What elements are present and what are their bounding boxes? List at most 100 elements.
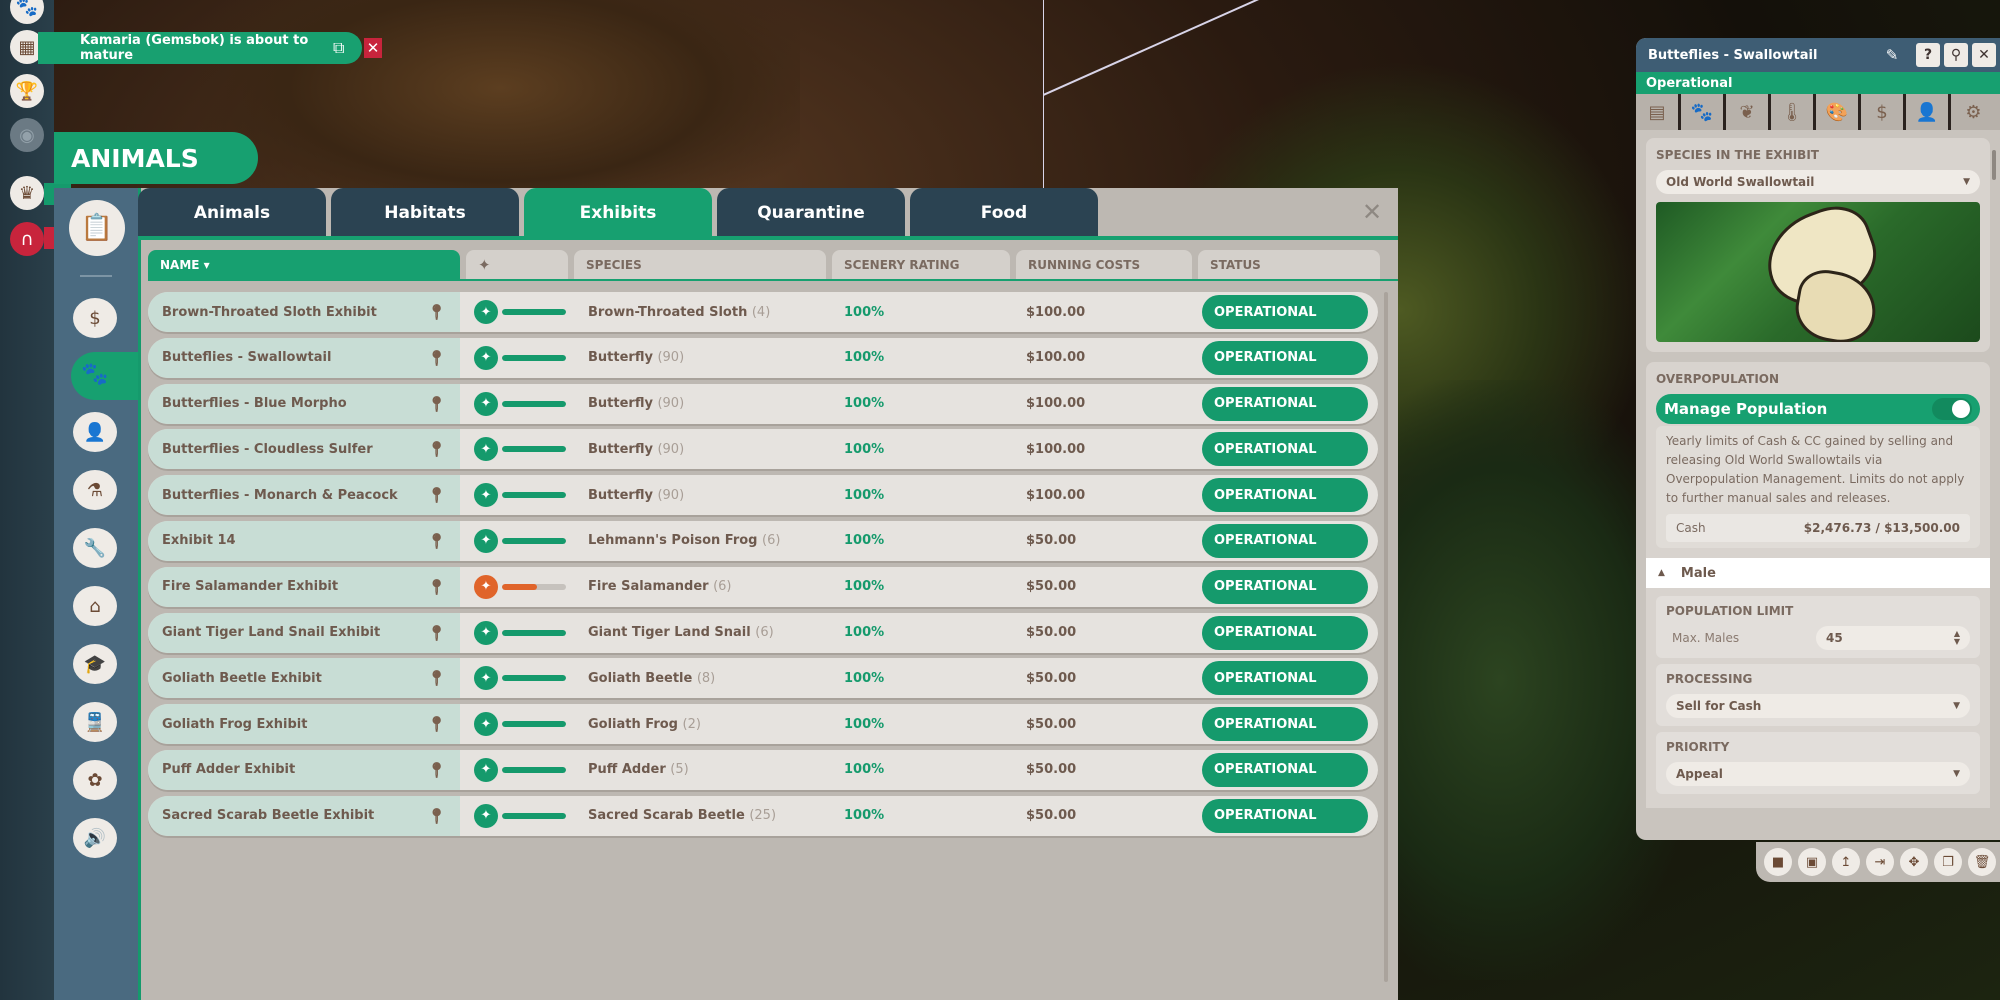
external-link-icon[interactable]: ⧉ <box>333 38 344 58</box>
location-pin-icon[interactable]: 📍︎ <box>427 303 446 321</box>
status-badge[interactable]: OPERATIONAL <box>1202 295 1368 329</box>
clipboard-icon[interactable]: 📋 <box>69 200 125 256</box>
tab-food[interactable]: Food <box>910 188 1098 238</box>
education-icon[interactable]: 🎓 <box>73 644 117 684</box>
transport-icon[interactable]: 🚆 <box>73 702 117 742</box>
location-pin-icon[interactable]: 📍︎ <box>427 395 446 413</box>
close-icon[interactable]: ✕ <box>1362 198 1382 226</box>
max-males-stepper[interactable]: 45 ▲ ▼ <box>1816 626 1970 650</box>
tab-quarantine[interactable]: Quarantine <box>717 188 905 238</box>
column-header-name[interactable]: NAME ▾ <box>148 250 460 280</box>
chess-queen-icon[interactable]: ♛ <box>10 176 44 210</box>
decrement-icon[interactable]: ▼ <box>1954 638 1960 646</box>
location-pin-icon[interactable]: 📍︎ <box>427 624 446 642</box>
processing-select[interactable]: Sell for Cash ▼ <box>1666 694 1970 718</box>
flower-icon[interactable]: ✿ <box>73 760 117 800</box>
mechanic-icon[interactable]: 🔧 <box>73 528 117 568</box>
priority-select[interactable]: Appeal ▼ <box>1666 762 1970 786</box>
table-row[interactable]: Sacred Scarab Beetle Exhibit 📍︎ ✦ Sacred Sc… <box>148 795 1378 836</box>
tab-habitats[interactable]: Habitats <box>331 188 519 238</box>
staff-icon[interactable]: 👤 <box>73 412 117 452</box>
male-accordion-header[interactable]: ▲ Male <box>1646 558 1990 588</box>
manage-population-toggle[interactable]: Manage Population <box>1656 394 1980 424</box>
detail-tab-thermometer-icon[interactable]: 🌡 <box>1771 94 1816 130</box>
status-badge[interactable]: OPERATIONAL <box>1202 432 1368 467</box>
location-pin-icon[interactable]: 📍︎ <box>427 807 446 825</box>
table-row[interactable]: Goliath Frog Exhibit 📍︎ ✦ Goliath Frog (2) 1… <box>148 704 1378 745</box>
tab-animals[interactable]: Animals <box>138 188 326 238</box>
detail-tab-settings-icon[interactable]: ⚙ <box>1951 94 1996 130</box>
research-icon[interactable]: ⚗ <box>73 470 117 510</box>
status-badge[interactable]: OPERATIONAL <box>1202 523 1368 558</box>
table-row[interactable]: Giant Tiger Land Snail Exhibit 📍︎ ✦ Giant T… <box>148 612 1378 653</box>
table-row[interactable]: Butteflies - Swallowtail 📍︎ ✦ Butterfly (90… <box>148 337 1378 378</box>
status-badge[interactable]: OPERATIONAL <box>1202 478 1368 513</box>
detail-tab-staff-icon[interactable]: 👤 <box>1906 94 1951 130</box>
table-row[interactable]: Fire Salamander Exhibit 📍︎ ✦ Fire Salamande… <box>148 566 1378 607</box>
status-badge[interactable]: OPERATIONAL <box>1202 752 1368 787</box>
paw-icon[interactable]: 🐾 <box>10 0 44 24</box>
detail-tab-leaf-icon[interactable]: ❦ <box>1726 94 1771 130</box>
exit-button[interactable]: ⇥ <box>1866 848 1894 876</box>
animal-book-button[interactable]: ▣ <box>1798 848 1826 876</box>
paw-icon[interactable]: 🐾 <box>73 354 117 394</box>
scenery-indicator: ✦ <box>460 574 574 599</box>
help-button[interactable]: ? <box>1916 43 1940 67</box>
status-badge[interactable]: OPERATIONAL <box>1202 661 1368 696</box>
location-pin-icon[interactable]: 📍︎ <box>427 349 446 367</box>
species-select[interactable]: Old World Swallowtail ▼ <box>1656 170 1980 194</box>
detail-tab-palette-icon[interactable]: 🎨 <box>1816 94 1861 130</box>
detail-scrollbar[interactable] <box>1992 150 1996 180</box>
status-badge[interactable]: OPERATIONAL <box>1202 798 1368 833</box>
toggle-switch[interactable] <box>1932 398 1972 420</box>
scenery-rating: 100% <box>844 670 885 686</box>
duplicate-button[interactable]: ❐ <box>1934 848 1962 876</box>
column-header-status[interactable]: STATUS <box>1198 250 1380 280</box>
column-header-scenery-icon[interactable]: ✦ <box>466 250 568 280</box>
trophy-icon[interactable]: 🏆 <box>10 74 44 108</box>
status-badge[interactable]: OPERATIONAL <box>1202 386 1368 421</box>
table-row[interactable]: Puff Adder Exhibit 📍︎ ✦ Puff Adder (5) 100% $… <box>148 749 1378 790</box>
detail-tab-paw-icon[interactable]: 🐾 <box>1681 94 1726 130</box>
delete-button[interactable]: 🗑 <box>1968 848 1996 876</box>
column-header-scenery-rating[interactable]: SCENERY RATING <box>832 250 1010 280</box>
eye-icon[interactable]: ◉ <box>10 118 44 152</box>
edit-name-icon[interactable]: ✎ <box>1880 43 1904 67</box>
detail-tab-clipboard-icon[interactable]: ▤ <box>1636 94 1681 130</box>
location-pin-icon[interactable]: 📍︎ <box>427 578 446 596</box>
status-badge[interactable]: OPERATIONAL <box>1202 707 1368 742</box>
table-row[interactable]: Butterflies - Monarch & Peacock 📍︎ ✦ Butter… <box>148 475 1378 516</box>
table-row[interactable]: Exhibit 14 📍︎ ✦ Lehmann's Poison Frog (6) 10… <box>148 520 1378 561</box>
table-row[interactable]: Butterflies - Blue Morpho 📍︎ ✦ Butterfly (9… <box>148 383 1378 424</box>
notification-banner[interactable]: Kamaria (Gemsbok) is about to mature <box>38 32 362 64</box>
table-row[interactable]: Brown-Throated Sloth Exhibit 📍︎ ✦ Brown-Thr… <box>148 292 1378 332</box>
close-detail-button[interactable]: ✕ <box>1972 43 1996 67</box>
shop-icon[interactable]: ⌂ <box>73 586 117 626</box>
speaker-icon[interactable]: 🔊 <box>73 818 117 858</box>
finance-icon[interactable]: $ <box>73 298 117 338</box>
status-badge[interactable]: OPERATIONAL <box>1202 615 1368 650</box>
location-pin-icon[interactable]: 📍︎ <box>427 532 446 550</box>
location-pin-icon[interactable]: 📍︎ <box>427 486 446 504</box>
detail-tab-finance-icon[interactable]: $ <box>1861 94 1906 130</box>
status-badge[interactable]: OPERATIONAL <box>1202 340 1368 375</box>
close-icon[interactable]: ✕ <box>364 38 382 58</box>
column-header-species[interactable]: SPECIES <box>574 250 826 280</box>
camera-button[interactable]: ■ <box>1764 848 1792 876</box>
location-pin-icon[interactable]: 📍︎ <box>427 715 446 733</box>
location-pin-icon[interactable]: 📍︎ <box>427 440 446 458</box>
column-header-running-costs[interactable]: RUNNING COSTS <box>1016 250 1192 280</box>
table-row[interactable]: Butterflies - Cloudless Sulfer 📍︎ ✦ Butterf… <box>148 429 1378 470</box>
sparkle-icon: ✦ <box>474 300 498 324</box>
table-scrollbar[interactable] <box>1384 292 1388 982</box>
move-up-button[interactable]: ↥ <box>1832 848 1860 876</box>
table-row[interactable]: Goliath Beetle Exhibit 📍︎ ✦ Goliath Beetle … <box>148 658 1378 699</box>
locate-button[interactable]: ⚲ <box>1944 43 1968 67</box>
running-cost: $100.00 <box>1026 304 1086 320</box>
gate-icon[interactable]: ∩ <box>10 222 44 256</box>
move-button[interactable]: ✥ <box>1900 848 1928 876</box>
tab-exhibits[interactable]: Exhibits <box>524 188 712 238</box>
location-pin-icon[interactable]: 📍︎ <box>427 761 446 779</box>
location-pin-icon[interactable]: 📍︎ <box>427 669 446 687</box>
status-badge[interactable]: OPERATIONAL <box>1202 569 1368 604</box>
